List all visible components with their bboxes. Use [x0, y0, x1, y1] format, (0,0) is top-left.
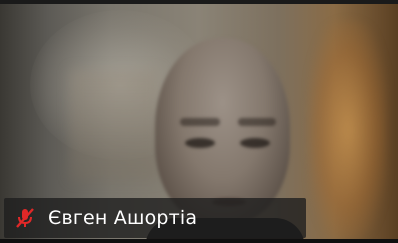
left-eyebrow	[180, 118, 220, 126]
left-eye	[185, 138, 215, 148]
right-eye	[240, 138, 270, 148]
tile-top-border	[0, 0, 398, 4]
participant-name: Євген Ашортіа	[48, 207, 198, 229]
background-door	[70, 70, 160, 180]
tile-bottom-border	[0, 239, 398, 243]
mic-muted-icon[interactable]	[14, 207, 36, 229]
participant-head	[155, 38, 290, 223]
background-lamp-glow	[308, 20, 388, 240]
participant-video-tile[interactable]: Євген Ашортіа	[0, 0, 398, 243]
right-eyebrow	[238, 118, 276, 126]
participant-name-tag: Євген Ашортіа	[4, 198, 306, 238]
